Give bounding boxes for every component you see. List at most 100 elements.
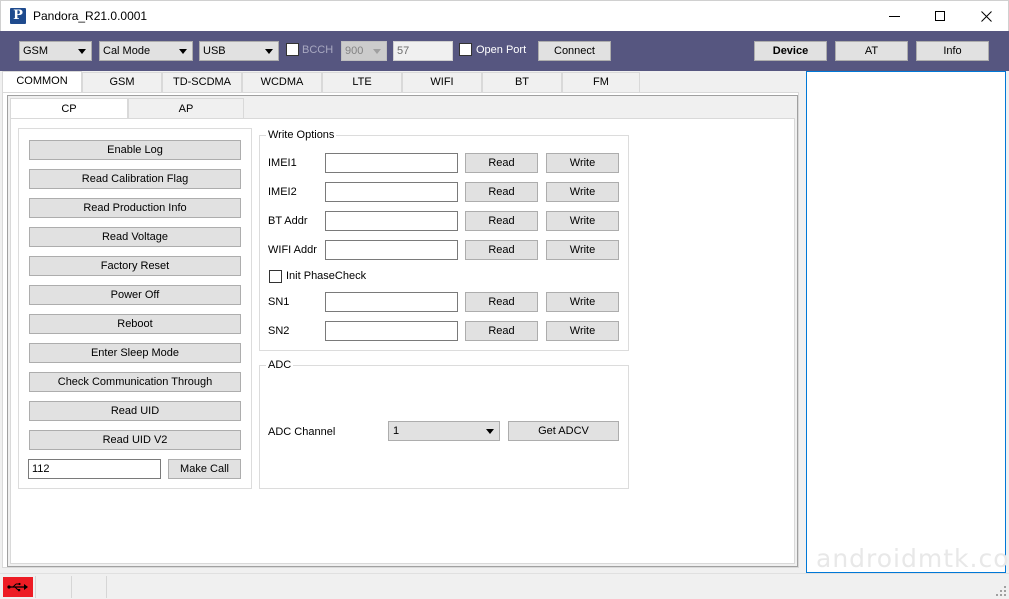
port-select-value: USB bbox=[203, 45, 226, 57]
tab-gsm[interactable]: GSM bbox=[82, 72, 162, 92]
get-adcv-button[interactable]: Get ADCV bbox=[508, 421, 619, 441]
enter-sleep-mode-button[interactable]: Enter Sleep Mode bbox=[29, 343, 241, 363]
tab-common[interactable]: COMMON bbox=[2, 71, 82, 93]
tab-wcdma[interactable]: WCDMA bbox=[242, 72, 322, 92]
read-production-info-button[interactable]: Read Production Info bbox=[29, 198, 241, 218]
mode-select[interactable]: Cal Mode bbox=[99, 41, 193, 61]
actions-group: Enable Log Read Calibration Flag Read Pr… bbox=[18, 128, 252, 489]
mode-select-value: Cal Mode bbox=[103, 45, 151, 57]
call-number-input[interactable]: 112 bbox=[28, 459, 161, 479]
bcch-label: BCCH bbox=[302, 44, 334, 56]
open-port-checkbox[interactable] bbox=[459, 43, 472, 56]
wifi-addr-label: WIFI Addr bbox=[268, 244, 317, 256]
sn2-label: SN2 bbox=[268, 325, 290, 337]
bt-addr-write-button[interactable]: Write bbox=[546, 211, 619, 231]
tab-wifi[interactable]: WIFI bbox=[402, 72, 482, 92]
maximize-icon bbox=[935, 11, 945, 21]
status-separator bbox=[71, 576, 72, 598]
wifi-addr-input[interactable] bbox=[325, 240, 458, 260]
init-phasecheck-checkbox[interactable] bbox=[269, 270, 282, 283]
read-voltage-button[interactable]: Read Voltage bbox=[29, 227, 241, 247]
imei1-write-button[interactable]: Write bbox=[546, 153, 619, 173]
check-communication-button[interactable]: Check Communication Through bbox=[29, 372, 241, 392]
read-uid-button[interactable]: Read UID bbox=[29, 401, 241, 421]
imei2-input[interactable] bbox=[325, 182, 458, 202]
band-select-value: GSM bbox=[23, 45, 49, 57]
watermark: androidmtk.com bbox=[816, 544, 1009, 573]
imei1-read-button[interactable]: Read bbox=[465, 153, 538, 173]
sn2-write-button[interactable]: Write bbox=[546, 321, 619, 341]
bt-addr-label: BT Addr bbox=[268, 215, 308, 227]
chevron-down-icon bbox=[78, 49, 86, 54]
port-select[interactable]: USB bbox=[199, 41, 279, 61]
write-options-title: Write Options bbox=[266, 129, 337, 141]
adc-channel-value: 1 bbox=[393, 425, 400, 437]
tab-lte[interactable]: LTE bbox=[322, 72, 402, 92]
enable-log-button[interactable]: Enable Log bbox=[29, 140, 241, 160]
chevron-down-icon bbox=[486, 429, 494, 434]
tab-fm[interactable]: FM bbox=[562, 72, 640, 92]
usb-status-indicator bbox=[3, 577, 33, 597]
wifi-addr-write-button[interactable]: Write bbox=[546, 240, 619, 260]
sn2-input[interactable] bbox=[325, 321, 458, 341]
sn2-read-button[interactable]: Read bbox=[465, 321, 538, 341]
open-port-label: Open Port bbox=[476, 44, 527, 56]
minimize-icon bbox=[888, 15, 900, 17]
close-icon bbox=[980, 10, 992, 22]
imei2-label: IMEI2 bbox=[268, 186, 297, 198]
sn1-input[interactable] bbox=[325, 292, 458, 312]
chevron-down-icon bbox=[265, 49, 273, 54]
chevron-down-icon bbox=[179, 49, 187, 54]
imei1-label: IMEI1 bbox=[268, 157, 297, 169]
info-button[interactable]: Info bbox=[916, 41, 989, 61]
common-tab-content: CP AP Enable Log Read Calibration Flag R… bbox=[7, 95, 798, 567]
adc-title: ADC bbox=[266, 359, 294, 371]
device-button[interactable]: Device bbox=[754, 41, 827, 61]
subtab-ap[interactable]: AP bbox=[128, 98, 244, 119]
at-button[interactable]: AT bbox=[835, 41, 908, 61]
resize-grip-icon[interactable] bbox=[996, 586, 1006, 596]
cp-tab-content: Enable Log Read Calibration Flag Read Pr… bbox=[10, 118, 795, 564]
connect-button[interactable]: Connect bbox=[538, 41, 611, 61]
read-calibration-flag-button[interactable]: Read Calibration Flag bbox=[29, 169, 241, 189]
imei1-input[interactable] bbox=[325, 153, 458, 173]
power-off-button[interactable]: Power Off bbox=[29, 285, 241, 305]
channel-input[interactable]: 57 bbox=[393, 41, 453, 61]
init-phasecheck-label: Init PhaseCheck bbox=[286, 270, 367, 282]
usb-icon bbox=[7, 582, 28, 592]
log-panel[interactable] bbox=[806, 71, 1006, 573]
imei2-write-button[interactable]: Write bbox=[546, 182, 619, 202]
adc-channel-select[interactable]: 1 bbox=[388, 421, 500, 441]
make-call-button[interactable]: Make Call bbox=[168, 459, 241, 479]
reboot-button[interactable]: Reboot bbox=[29, 314, 241, 334]
tab-td-scdma[interactable]: TD-SCDMA bbox=[162, 72, 242, 92]
status-separator bbox=[35, 576, 36, 598]
minimize-button[interactable] bbox=[871, 1, 917, 31]
title-bar: P Pandora_R21.0.0001 bbox=[0, 0, 1009, 31]
bt-addr-input[interactable] bbox=[325, 211, 458, 231]
window-title: Pandora_R21.0.0001 bbox=[33, 9, 148, 23]
sn1-write-button[interactable]: Write bbox=[546, 292, 619, 312]
read-uid-v2-button[interactable]: Read UID V2 bbox=[29, 430, 241, 450]
adc-group: ADC ADC Channel 1 Get ADCV bbox=[259, 359, 629, 489]
adc-channel-label: ADC Channel bbox=[268, 426, 336, 438]
factory-reset-button[interactable]: Factory Reset bbox=[29, 256, 241, 276]
frequency-select[interactable]: 900 bbox=[341, 41, 387, 61]
bt-addr-read-button[interactable]: Read bbox=[465, 211, 538, 231]
tab-bt[interactable]: BT bbox=[482, 72, 562, 92]
wifi-addr-read-button[interactable]: Read bbox=[465, 240, 538, 260]
status-separator bbox=[106, 576, 107, 598]
close-button[interactable] bbox=[963, 1, 1009, 31]
band-select[interactable]: GSM bbox=[19, 41, 92, 61]
imei2-read-button[interactable]: Read bbox=[465, 182, 538, 202]
bcch-checkbox[interactable] bbox=[286, 43, 299, 56]
frequency-select-value: 900 bbox=[345, 45, 364, 57]
maximize-button[interactable] bbox=[917, 1, 963, 31]
write-options-group: Write Options IMEI1 Read Write IMEI2 Rea… bbox=[259, 129, 629, 351]
sn1-read-button[interactable]: Read bbox=[465, 292, 538, 312]
subtab-cp[interactable]: CP bbox=[10, 98, 128, 119]
toolbar: GSM Cal Mode USB BCCH 900 57 Open Port C… bbox=[0, 31, 1009, 71]
app-icon: P bbox=[10, 8, 26, 24]
chevron-down-icon bbox=[373, 49, 381, 54]
status-bar bbox=[0, 573, 1009, 599]
